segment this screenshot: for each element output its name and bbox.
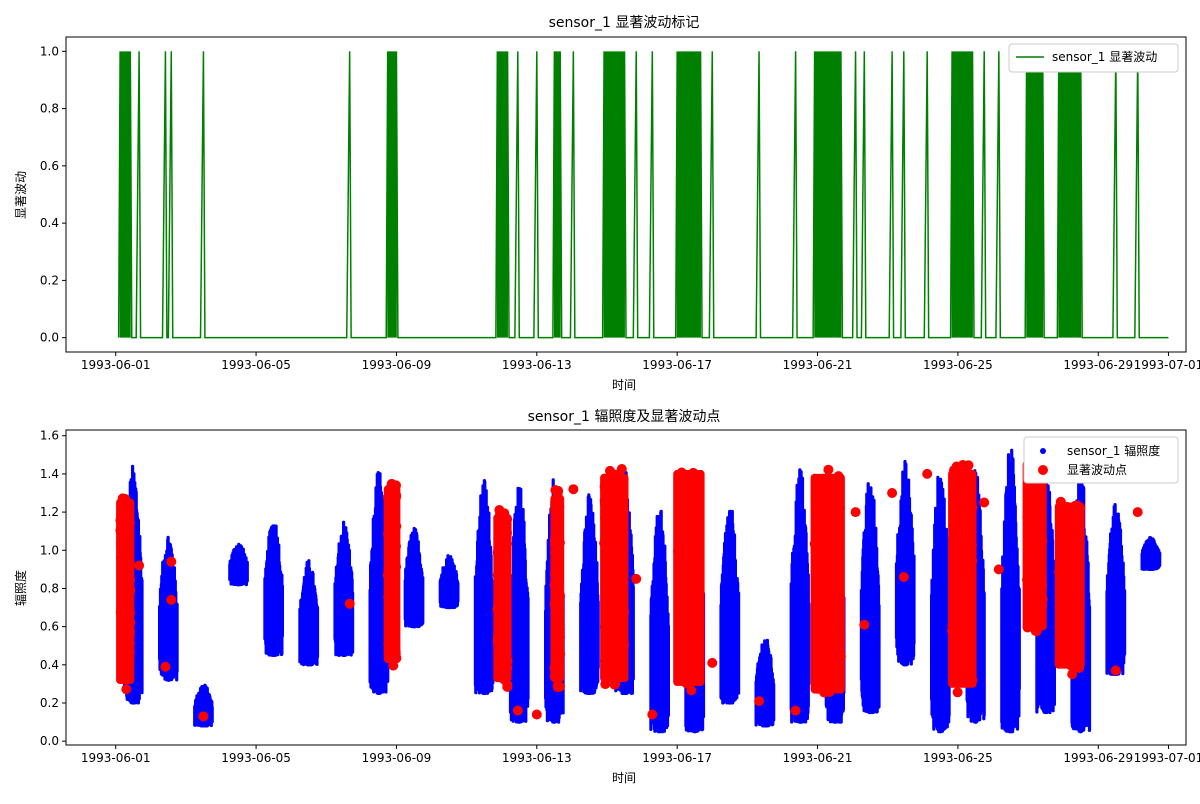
fluctuation-point bbox=[1110, 665, 1121, 676]
y-tick-label: 0.6 bbox=[40, 159, 59, 173]
fluctuation-point bbox=[160, 661, 171, 672]
y-tick-label: 1.2 bbox=[40, 505, 59, 519]
x-tick-label: 1993-06-05 bbox=[221, 358, 291, 372]
fluctuation-point bbox=[531, 709, 542, 720]
x-tick-label: 1993-06-21 bbox=[783, 751, 853, 765]
fluctuation-point bbox=[993, 564, 1004, 575]
fluctuation-point bbox=[850, 507, 861, 518]
fluctuation-point bbox=[512, 705, 523, 716]
fluctuation-point bbox=[198, 711, 209, 722]
x-tick-label: 1993-06-01 bbox=[81, 751, 151, 765]
y-tick-label: 0.4 bbox=[40, 216, 59, 230]
x-tick-label: 1993-06-09 bbox=[362, 358, 432, 372]
fluctuation-point bbox=[616, 464, 627, 474]
fluctuation-point bbox=[1132, 507, 1143, 518]
legend-label-fluctuation-points: 显著波动点 bbox=[1067, 463, 1127, 477]
figure: sensor_1 显著波动标记 1993-06-01 1993-06-05 1993… bbox=[0, 0, 1200, 800]
figure-canvas: sensor_1 显著波动标记 1993-06-01 1993-06-05 1993… bbox=[0, 0, 1200, 800]
x-tick-label: 1993-06-05 bbox=[221, 751, 291, 765]
y-axis-label: 辐照度 bbox=[13, 570, 28, 606]
y-tick-label: 0.0 bbox=[40, 734, 59, 748]
legend: sensor_1 辐照度 显著波动点 bbox=[1023, 436, 1179, 484]
y-tick-label: 1.0 bbox=[40, 44, 59, 58]
fluctuation-point bbox=[647, 709, 658, 720]
fluctuation-point bbox=[121, 684, 132, 695]
y-tick-label: 0.2 bbox=[40, 273, 59, 287]
x-tick-label: 1993-06-13 bbox=[502, 358, 572, 372]
y-tick-label: 1.6 bbox=[40, 429, 59, 443]
fluctuation-point bbox=[134, 560, 145, 571]
x-tick-label: 1993-07-01 bbox=[1134, 751, 1200, 765]
x-tick-label: 1993-06-13 bbox=[502, 751, 572, 765]
x-tick-label: 1993-06-17 bbox=[642, 751, 712, 765]
fluctuation-point bbox=[631, 573, 642, 584]
x-tick-label: 1993-07-01 bbox=[1134, 358, 1200, 372]
y-tick-label: 0.0 bbox=[40, 331, 59, 345]
y-tick-label: 0.4 bbox=[40, 658, 59, 672]
x-tick-label: 1993-06-29 bbox=[1063, 358, 1133, 372]
fluctuation-point bbox=[823, 464, 834, 475]
fluctuation-point bbox=[887, 488, 898, 498]
x-tick-label: 1993-06-25 bbox=[923, 358, 993, 372]
x-axis-label: 时间 bbox=[612, 771, 636, 785]
legend-label-irradiance: sensor_1 辐照度 bbox=[1067, 443, 1160, 458]
fluctuation-point bbox=[568, 484, 579, 495]
y-tick-label: 0.6 bbox=[40, 620, 59, 634]
fluctuation-point bbox=[1067, 669, 1078, 680]
fluctuation-point bbox=[754, 696, 765, 707]
fluctuation-point bbox=[707, 657, 718, 668]
x-tick-label: 1993-06-01 bbox=[81, 358, 151, 372]
x-tick-label: 1993-06-21 bbox=[783, 358, 853, 372]
fluctuation-point bbox=[898, 572, 909, 582]
y-axis-label: 显著波动 bbox=[14, 171, 28, 219]
x-tick-label: 1993-06-09 bbox=[362, 751, 432, 765]
legend-red-marker bbox=[1038, 465, 1048, 475]
x-axis-label: 时间 bbox=[612, 378, 636, 392]
fluctuation-point bbox=[790, 705, 801, 716]
chart-title: sensor_1 显著波动标记 bbox=[549, 15, 700, 31]
fluctuation-point bbox=[952, 687, 963, 698]
fluctuation-point bbox=[344, 598, 355, 609]
legend-blue-marker bbox=[1040, 448, 1046, 454]
fluctuation-point bbox=[922, 468, 933, 479]
fluctuation-point bbox=[859, 619, 870, 630]
fluctuation-point bbox=[166, 556, 177, 567]
fluctuation-point bbox=[166, 594, 177, 605]
fluctuation-point bbox=[979, 497, 990, 508]
y-tick-label: 0.8 bbox=[40, 102, 59, 116]
x-tick-label: 1993-06-29 bbox=[1063, 751, 1133, 765]
y-tick-label: 0.2 bbox=[40, 696, 59, 710]
legend-label-fluctuation: sensor_1 显著波动 bbox=[1052, 50, 1157, 64]
chart-title: sensor_1 辐照度及显著波动点 bbox=[528, 409, 721, 425]
y-tick-label: 1.0 bbox=[40, 543, 59, 557]
fluctuation-point bbox=[550, 485, 561, 496]
y-tick-label: 0.8 bbox=[40, 581, 59, 595]
legend: sensor_1 显著波动 bbox=[1008, 43, 1179, 73]
x-tick-label: 1993-06-17 bbox=[642, 358, 712, 372]
x-tick-label: 1993-06-25 bbox=[923, 751, 993, 765]
y-tick-label: 1.4 bbox=[40, 467, 59, 481]
